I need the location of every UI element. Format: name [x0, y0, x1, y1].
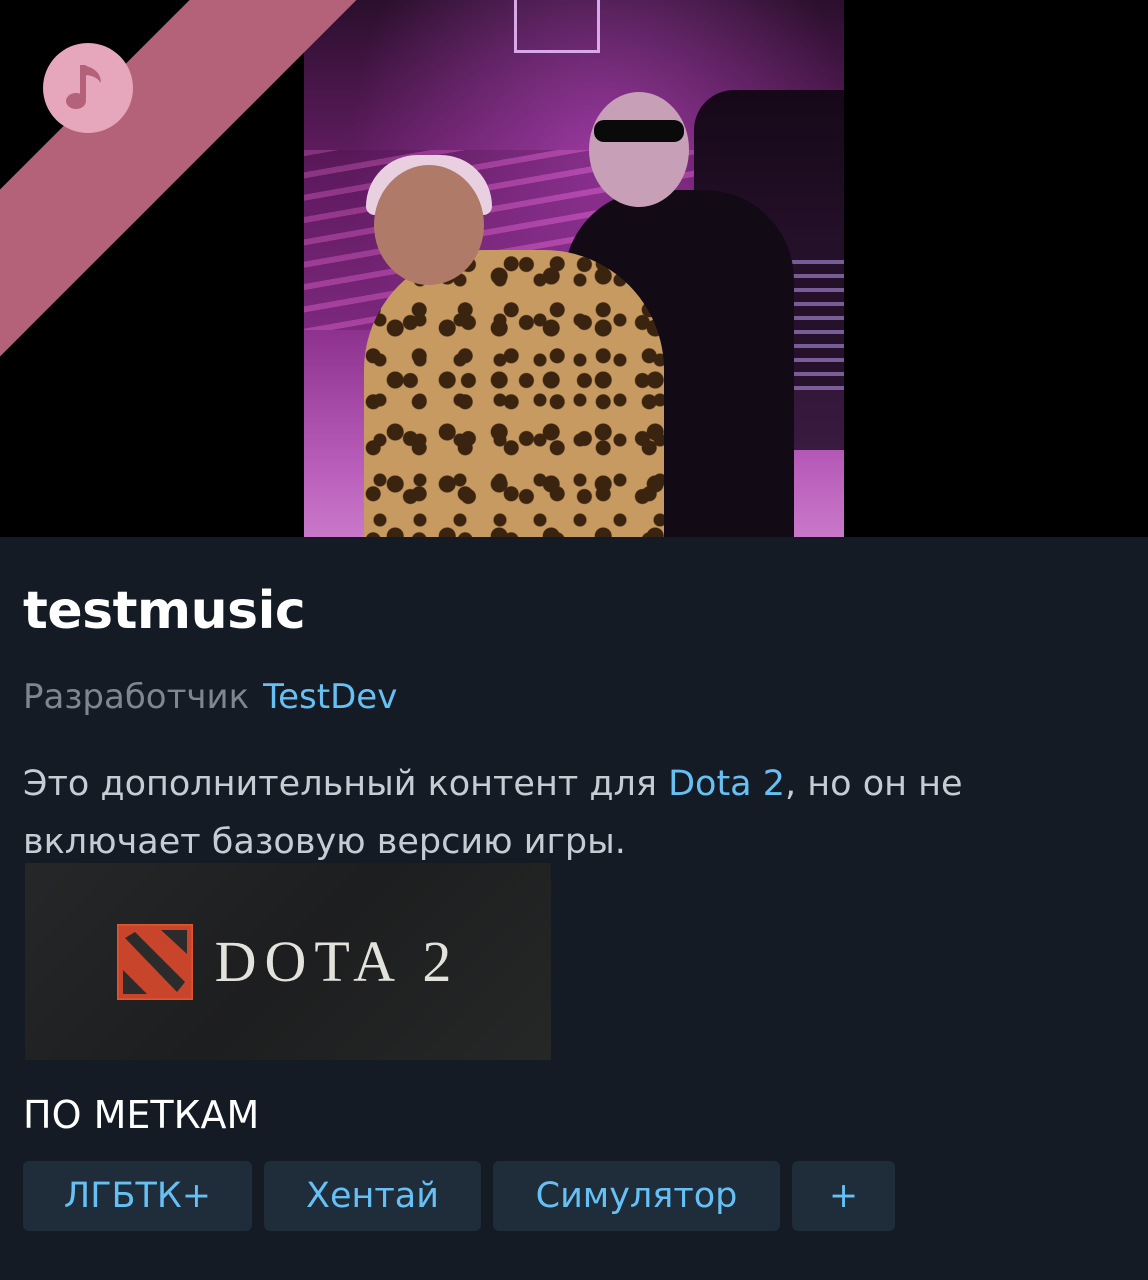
base-game-banner[interactable]: DOTA 2 [25, 863, 551, 1060]
dlc-description: Это дополнительный контент для Dota 2, н… [23, 755, 1113, 871]
game-logo-text: DOTA 2 [214, 929, 460, 994]
base-game-link[interactable]: Dota 2 [668, 764, 785, 804]
tag-simulator[interactable]: Симулятор [493, 1161, 780, 1231]
developer-row: Разработчик TestDev [23, 677, 397, 717]
dota-logo-icon [116, 923, 193, 1000]
description-text: Это дополнительный контент для [23, 764, 669, 804]
developer-link[interactable]: TestDev [263, 677, 397, 717]
add-tag-button[interactable]: + [792, 1161, 895, 1231]
tag-lgbtq[interactable]: ЛГБТК+ [23, 1161, 252, 1231]
product-title: testmusic [23, 581, 306, 641]
tag-list: ЛГБТК+ Хентай Симулятор + [23, 1161, 895, 1231]
developer-label: Разработчик [23, 677, 250, 717]
hero-media [0, 0, 1148, 537]
tags-heading: ПО МЕТКАМ [23, 1093, 260, 1137]
cover-art-image[interactable] [304, 0, 844, 537]
tag-hentai[interactable]: Хентай [264, 1161, 481, 1231]
basketball-hoop [514, 0, 600, 53]
music-note-icon [43, 43, 133, 133]
